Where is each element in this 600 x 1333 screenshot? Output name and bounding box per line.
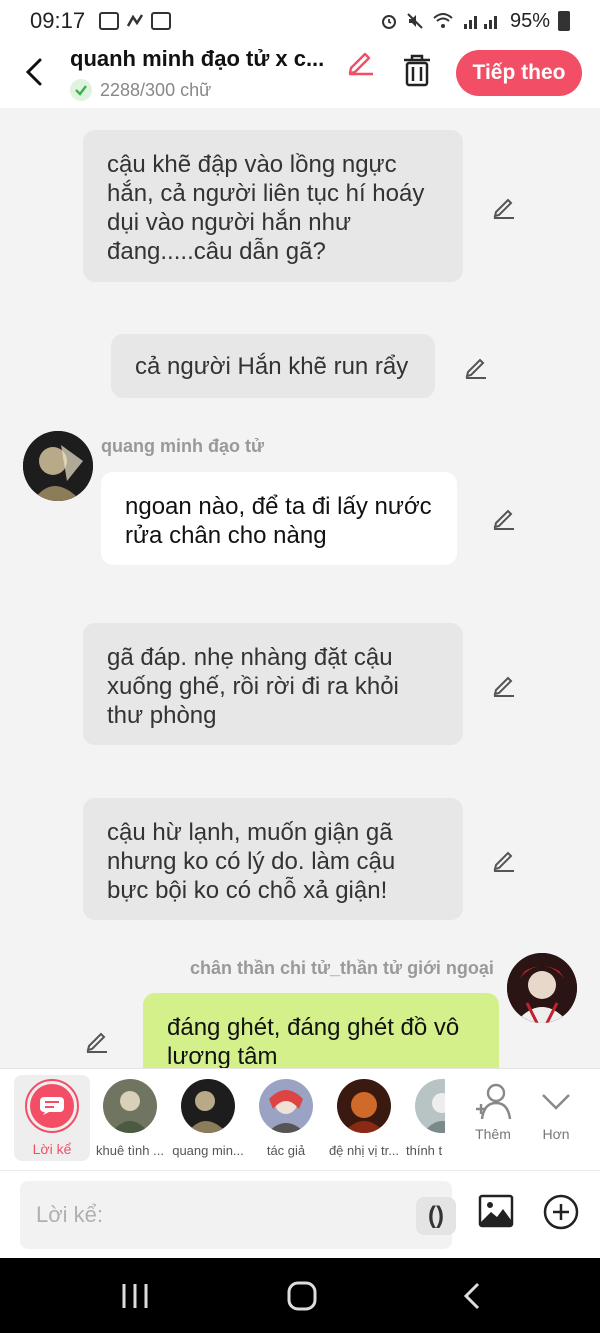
- edit-title-icon[interactable]: [346, 46, 376, 76]
- message-input-box[interactable]: (): [20, 1181, 456, 1249]
- plus-icon[interactable]: [542, 1193, 580, 1231]
- character-chip[interactable]: khuê tình ...: [91, 1077, 169, 1158]
- story-title: quanh minh đạo tử x c...: [70, 46, 325, 71]
- self-avatar[interactable]: [507, 953, 577, 1023]
- message-input[interactable]: [36, 1195, 376, 1235]
- chevron-down-icon: [542, 1094, 570, 1110]
- self-text: đáng ghét, đáng ghét đồ vô lương tâm: [167, 1014, 460, 1068]
- character-bar: Lời kể khuê tình ... quang min... tác gi…: [0, 1068, 600, 1170]
- more-label: Hơn: [542, 1126, 570, 1142]
- next-button[interactable]: Tiếp theo: [456, 50, 582, 96]
- wifi-icon: [433, 13, 453, 28]
- gallery-icon: [99, 12, 120, 30]
- add-character-button[interactable]: Thêm: [463, 1081, 523, 1142]
- narrator-tab[interactable]: Lời kể: [14, 1075, 90, 1161]
- notification-icon: [126, 14, 144, 27]
- alarm-icon: [381, 15, 396, 29]
- character-chip[interactable]: quang min...: [169, 1077, 247, 1158]
- narration-text: cậu hừ lạnh, muốn giận gã nhưng ko có lý…: [107, 819, 396, 904]
- character-chip[interactable]: đệ nhị vị tr...: [325, 1077, 403, 1158]
- character-label: tác giả: [266, 1143, 306, 1158]
- narration-bubble[interactable]: cả người Hắn khẽ run rẩy: [111, 334, 435, 398]
- action-parentheses-button[interactable]: (): [416, 1197, 456, 1235]
- character-avatar: [337, 1079, 391, 1133]
- character-avatar[interactable]: [23, 431, 93, 501]
- recent-apps-icon[interactable]: [115, 1280, 155, 1312]
- battery-icon: [558, 11, 570, 31]
- status-time: 09:17: [30, 8, 86, 33]
- edit-icon[interactable]: [84, 1028, 110, 1054]
- narration-bubble[interactable]: cậu khẽ đập vào lồng ngực hắn, cả người …: [83, 130, 463, 282]
- narration-bubble[interactable]: cậu hừ lạnh, muốn giận gã nhưng ko có lý…: [83, 798, 463, 920]
- narration-bubble[interactable]: gã đáp. nhẹ nhàng đặt cậu xuống ghế, rồi…: [83, 623, 463, 745]
- character-text: ngoan nào, để ta đi lấy nước rửa chân ch…: [125, 493, 432, 549]
- character-label: quang min...: [172, 1143, 244, 1158]
- character-avatar: [415, 1079, 445, 1133]
- edit-icon[interactable]: [491, 505, 517, 531]
- trash-icon[interactable]: [400, 52, 434, 88]
- character-bubble[interactable]: ngoan nào, để ta đi lấy nước rửa chân ch…: [101, 472, 457, 565]
- character-label: khuê tình ...: [96, 1143, 164, 1158]
- edit-icon[interactable]: [463, 354, 489, 380]
- narrator-icon: [30, 1084, 74, 1128]
- chat-area[interactable]: cậu khẽ đập vào lồng ngực hắn, cả người …: [0, 108, 600, 1068]
- mute-icon: [407, 13, 423, 29]
- youtube-icon: [151, 12, 172, 30]
- image-icon[interactable]: [478, 1193, 514, 1229]
- word-count: 2288/300 chữ: [70, 79, 211, 101]
- system-nav-bar: [0, 1258, 600, 1333]
- system-icons: 95%: [380, 10, 570, 33]
- signal-icon: [463, 16, 497, 29]
- home-icon[interactable]: [283, 1280, 323, 1312]
- add-person-icon: [476, 1083, 512, 1120]
- status-bar: 09:17 95%: [0, 0, 600, 42]
- battery-percent: 95%: [509, 9, 550, 32]
- character-label: thính t: [406, 1143, 443, 1158]
- composer: (): [0, 1170, 600, 1258]
- notification-icons: [99, 11, 172, 31]
- narration-text: cả người Hắn khẽ run rẩy: [135, 353, 409, 380]
- narrator-label: Lời kể: [32, 1141, 72, 1157]
- character-avatar: [181, 1079, 235, 1133]
- narration-text: gã đáp. nhẹ nhàng đặt cậu xuống ghế, rồi…: [107, 644, 399, 729]
- story-header: quanh minh đạo tử x c... 2288/300 chữ Ti…: [0, 42, 600, 108]
- character-chip[interactable]: thính t: [403, 1077, 445, 1158]
- character-label: đệ nhị vị tr...: [328, 1143, 400, 1158]
- check-icon: [70, 79, 92, 101]
- character-avatar: [259, 1079, 313, 1133]
- character-chip[interactable]: tác giả: [247, 1077, 325, 1158]
- narration-text: cậu khẽ đập vào lồng ngực hắn, cả người …: [107, 151, 425, 265]
- self-character-name: chân thần chi tử_thần tử giới ngoại: [190, 958, 494, 978]
- back-nav-icon[interactable]: [452, 1280, 492, 1312]
- add-label: Thêm: [475, 1126, 511, 1142]
- character-name: quang minh đạo tử: [101, 436, 265, 456]
- edit-icon[interactable]: [491, 194, 517, 220]
- word-count-text: 2288/300 chữ: [100, 79, 212, 100]
- edit-icon[interactable]: [491, 672, 517, 698]
- edit-icon[interactable]: [491, 847, 517, 873]
- more-button[interactable]: Hơn: [526, 1081, 586, 1142]
- back-icon[interactable]: [18, 52, 52, 92]
- character-avatar: [103, 1079, 157, 1133]
- self-bubble[interactable]: đáng ghét, đáng ghét đồ vô lương tâm: [143, 993, 499, 1068]
